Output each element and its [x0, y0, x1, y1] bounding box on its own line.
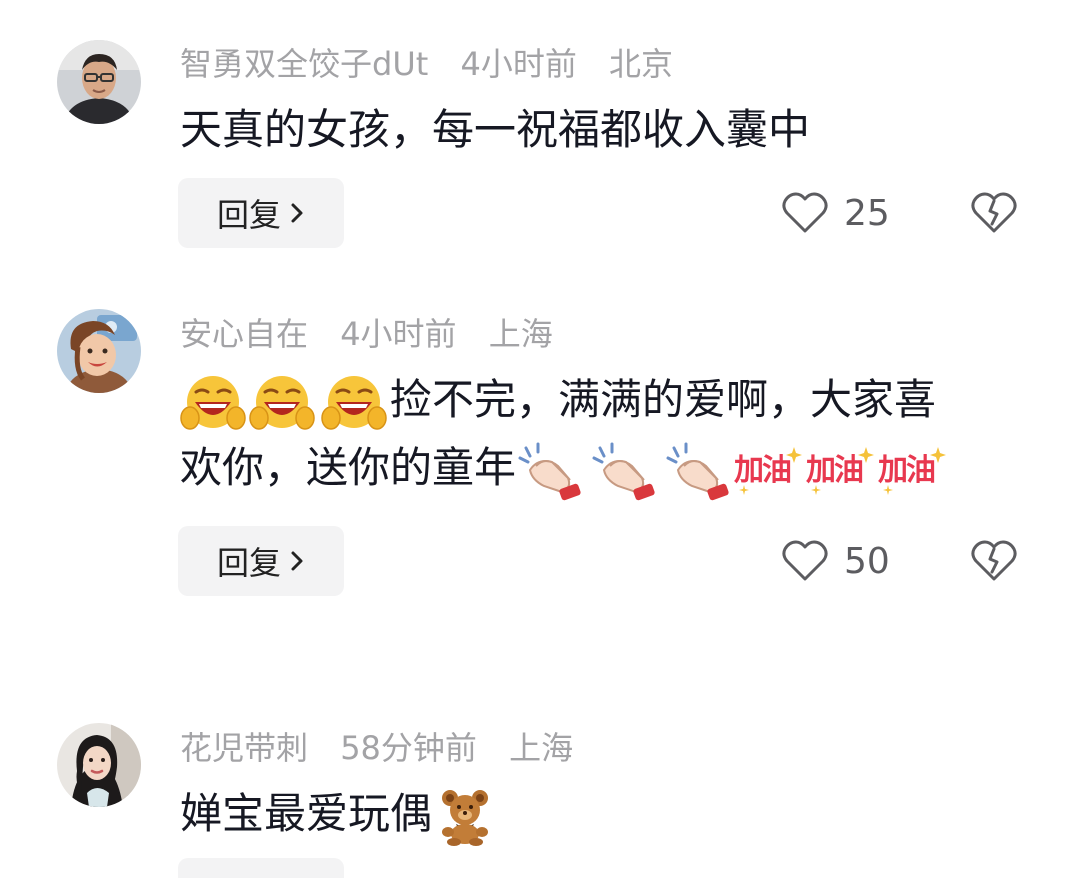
- like-button[interactable]: 25: [782, 178, 890, 248]
- location: 上海: [509, 729, 574, 767]
- grinning-hugging-emoji-icon: [321, 375, 387, 430]
- chevron-right-icon: [291, 203, 303, 223]
- like-count: 50: [844, 540, 890, 582]
- reply-label: 回复: [216, 544, 281, 582]
- comment-text-segment: 捡不完，满满的爱啊，大家喜: [390, 375, 937, 424]
- clapping-hands-icon: [518, 442, 581, 500]
- location: 北京: [609, 45, 674, 83]
- avatar[interactable]: [57, 40, 141, 124]
- location: 上海: [488, 315, 553, 353]
- reply-label: 回复: [216, 196, 281, 234]
- jiayou-sticker-icon: 加油: [734, 441, 806, 501]
- comment-text-line: 捡不完，满满的爱啊，大家喜: [180, 366, 1040, 434]
- comment-text-segment: 婵宝最爱玩偶: [180, 789, 433, 838]
- comment-meta: 智勇双全饺子dUt 4小时前 北京: [180, 44, 673, 84]
- jiayou-sticker-icon: 加油: [878, 441, 950, 501]
- comment-text-segment: 欢你，送你的童年: [180, 443, 517, 492]
- reply-button[interactable]: 回复: [178, 526, 344, 596]
- username[interactable]: 智勇双全饺子dUt: [180, 45, 428, 83]
- timestamp: 58分钟前: [340, 729, 477, 767]
- dislike-button[interactable]: [970, 178, 1018, 248]
- comment-meta: 花児带刺 58分钟前 上海: [180, 728, 573, 768]
- jiayou-sticker-icon: 加油: [806, 441, 878, 501]
- timestamp: 4小时前: [460, 45, 577, 83]
- broken-heart-icon: [971, 192, 1017, 233]
- username[interactable]: 花児带刺: [180, 729, 308, 767]
- teddy-bear-icon: [442, 789, 489, 846]
- heart-outline-icon: [782, 540, 828, 581]
- comment-text: 天真的女孩，每一祝福都收入囊中: [180, 105, 811, 154]
- grinning-hugging-emoji-icon: [249, 375, 315, 430]
- clapping-hands-icon: [592, 442, 655, 500]
- comment-text-line: 欢你，送你的童年 加油 加油 加油: [180, 434, 1040, 502]
- avatar[interactable]: [57, 723, 141, 807]
- timestamp: 4小时前: [340, 315, 457, 353]
- chevron-right-icon: [291, 551, 303, 571]
- comment-text: 婵宝最爱玩偶: [180, 780, 1040, 848]
- comment-item: 智勇双全饺子dUt 4小时前 北京 天真的女孩，每一祝福都收入囊中 回复 25: [0, 0, 1080, 260]
- clapping-hands-icon: [666, 442, 729, 500]
- username[interactable]: 安心自在: [180, 315, 308, 353]
- reply-button[interactable]: 回复: [178, 178, 344, 248]
- like-count: 25: [844, 192, 890, 234]
- sticker-text: 加油: [806, 452, 864, 488]
- like-button[interactable]: 50: [782, 526, 890, 596]
- grinning-hugging-emoji-icon: [180, 375, 246, 430]
- sticker-text: 加油: [734, 452, 792, 488]
- comment-item: 安心自在 4小时前 上海 捡不完，满满的爱啊，大家喜 欢你，送你的童年 加油 加…: [0, 300, 1080, 620]
- sticker-text: 加油: [878, 452, 936, 488]
- dislike-button[interactable]: [970, 526, 1018, 596]
- comment-meta: 安心自在 4小时前 上海: [180, 314, 553, 354]
- broken-heart-icon: [971, 540, 1017, 581]
- avatar[interactable]: [57, 309, 141, 393]
- reply-button-partial[interactable]: [178, 858, 344, 878]
- heart-outline-icon: [782, 192, 828, 233]
- comment-item: 花児带刺 58分钟前 上海 婵宝最爱玩偶: [0, 710, 1080, 864]
- comment-text: 捡不完，满满的爱啊，大家喜 欢你，送你的童年 加油 加油 加油: [180, 366, 1040, 502]
